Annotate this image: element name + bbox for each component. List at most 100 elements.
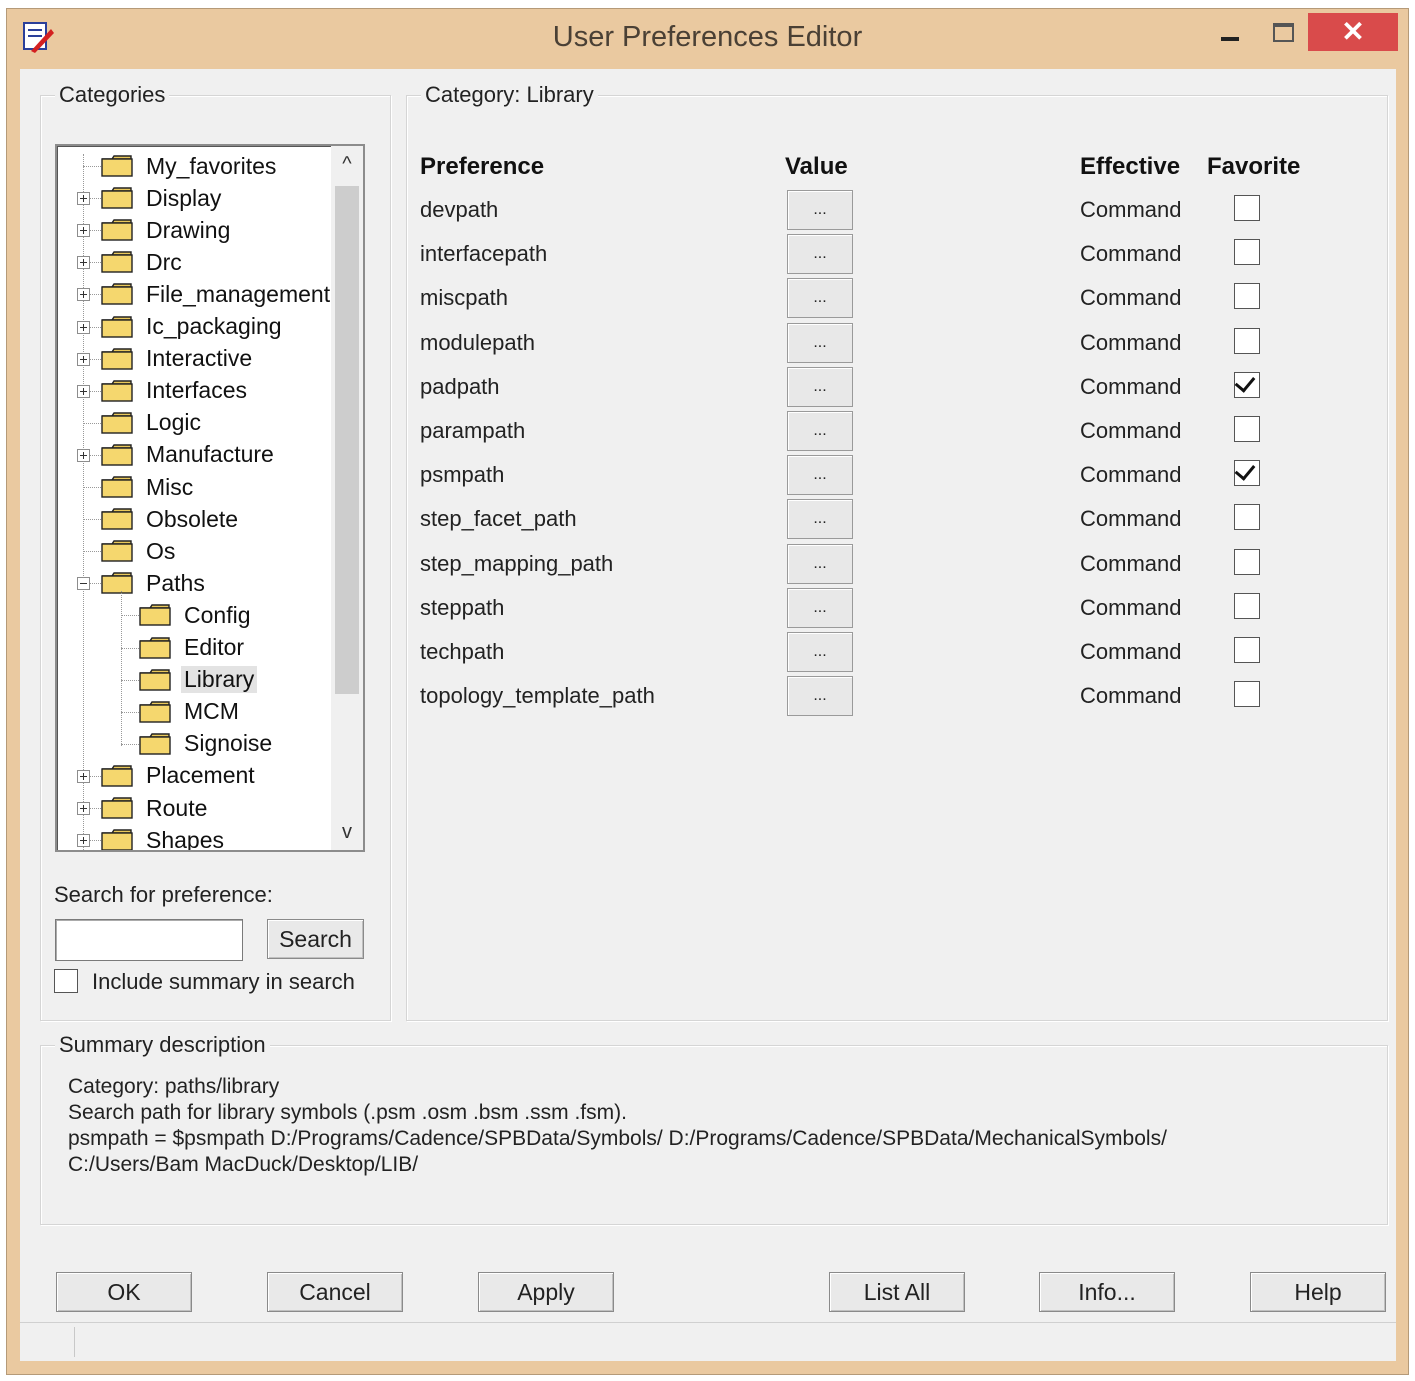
minimize-button[interactable] (1207, 13, 1255, 51)
tree-item-display[interactable]: Display (101, 182, 224, 214)
tree-item-route[interactable]: Route (101, 792, 210, 824)
value-edit-button[interactable]: ... (787, 543, 853, 584)
value-edit-button[interactable]: ... (787, 366, 853, 407)
effective-value: Command (1080, 418, 1182, 443)
value-column-header: Value (785, 153, 848, 180)
value-edit-button[interactable]: ... (787, 190, 853, 230)
list-all-button[interactable]: List All (829, 1272, 965, 1312)
tree-connector-line (121, 591, 122, 746)
favorite-checkbox[interactable] (1234, 371, 1260, 398)
expand-icon[interactable] (77, 769, 90, 783)
title-bar[interactable]: User Preferences Editor ✕ (7, 9, 1408, 69)
tree-item-shapes[interactable]: Shapes (101, 824, 227, 852)
tree-item-label: Logic (146, 409, 201, 436)
help-button[interactable]: Help (1250, 1272, 1386, 1312)
favorite-checkbox[interactable] (1234, 681, 1260, 708)
favorite-checkbox[interactable] (1234, 548, 1260, 575)
tree-item-drc[interactable]: Drc (101, 246, 185, 278)
expand-icon[interactable] (77, 834, 90, 848)
favorite-checkbox[interactable] (1234, 592, 1260, 619)
expand-icon[interactable] (77, 448, 90, 462)
checkmark-icon (1234, 371, 1256, 393)
tree-item-interfaces[interactable]: Interfaces (101, 375, 250, 407)
favorite-column-header: Favorite (1207, 153, 1301, 180)
value-edit-button[interactable]: ... (787, 676, 853, 717)
tree-item-label: Shapes (146, 826, 225, 852)
tree-item-placement[interactable]: Placement (101, 760, 258, 792)
scroll-down-arrow-icon[interactable]: v (331, 816, 363, 848)
search-button[interactable]: Search (267, 919, 364, 959)
tree-item-label: Display (146, 184, 222, 211)
folder-icon (139, 636, 171, 659)
tree-item-mcm[interactable]: MCM (139, 696, 242, 728)
tree-item-manufacture[interactable]: Manufacture (101, 439, 277, 471)
tree-item-label: Library (181, 666, 258, 694)
value-edit-button[interactable]: ... (787, 499, 853, 540)
tree-item-interactive[interactable]: Interactive (101, 343, 255, 375)
tree-item-editor[interactable]: Editor (139, 632, 247, 664)
favorite-checkbox[interactable] (1234, 459, 1260, 487)
value-edit-button[interactable]: ... (787, 278, 853, 319)
tree-item-paths[interactable]: Paths (101, 567, 208, 599)
tree-item-drawing[interactable]: Drawing (101, 214, 233, 246)
tree-connector-line (83, 551, 101, 553)
tree-item-file_management[interactable]: File_management (101, 278, 333, 310)
value-edit-button[interactable]: ... (787, 234, 853, 275)
tree-item-signoise[interactable]: Signoise (139, 728, 275, 760)
tree-scrollbar[interactable]: ^ v (331, 146, 363, 850)
expand-icon[interactable] (77, 192, 90, 206)
tree-item-ic_packaging[interactable]: Ic_packaging (101, 311, 285, 343)
favorite-checkbox[interactable] (1234, 195, 1260, 221)
expand-icon[interactable] (77, 320, 90, 334)
expand-icon[interactable] (77, 352, 90, 366)
ok-button[interactable]: OK (56, 1272, 192, 1312)
favorite-checkbox[interactable] (1234, 416, 1260, 442)
favorite-checkbox[interactable] (1234, 504, 1260, 531)
search-input[interactable] (55, 919, 243, 961)
scroll-up-arrow-icon[interactable]: ^ (331, 148, 363, 180)
tree-item-config[interactable]: Config (139, 599, 253, 631)
tree-item-misc[interactable]: Misc (101, 471, 196, 503)
tree-item-label: MCM (184, 698, 239, 725)
expand-icon[interactable] (77, 802, 90, 815)
preference-name: psmpath (420, 462, 505, 488)
include-summary-checkbox[interactable] (54, 969, 78, 993)
collapse-icon[interactable] (77, 577, 90, 591)
expand-icon[interactable] (77, 256, 90, 270)
info-button[interactable]: Info... (1039, 1272, 1175, 1312)
scroll-thumb[interactable] (335, 186, 359, 694)
favorite-checkbox[interactable] (1234, 637, 1260, 663)
tree-item-logic[interactable]: Logic (101, 407, 204, 439)
tree-item-label: Config (184, 601, 251, 628)
cancel-button[interactable]: Cancel (267, 1272, 403, 1312)
close-button[interactable]: ✕ (1308, 13, 1398, 51)
favorite-checkbox[interactable] (1234, 239, 1260, 266)
value-edit-button[interactable]: ... (787, 587, 853, 628)
summary-group-label: Summary description (55, 1032, 270, 1058)
expand-icon[interactable] (77, 224, 90, 238)
favorite-checkbox[interactable] (1234, 327, 1260, 354)
value-edit-button[interactable]: ... (787, 411, 853, 451)
effective-value: Command (1080, 639, 1182, 664)
folder-icon (101, 444, 133, 466)
value-edit-button[interactable]: ... (787, 632, 853, 672)
effective-value: Command (1080, 683, 1182, 709)
tree-item-label: Route (146, 794, 208, 821)
effective-value: Command (1080, 241, 1182, 267)
value-edit-button[interactable]: ... (787, 455, 853, 496)
tree-item-my_favorites[interactable]: My_favorites (101, 150, 279, 182)
tree-connector-line (83, 487, 101, 488)
apply-button[interactable]: Apply (478, 1272, 614, 1312)
value-edit-button[interactable]: ... (787, 322, 853, 363)
category-tree[interactable]: My_favorites Display Drawing Drc File_manage… (55, 144, 365, 852)
expand-icon[interactable] (77, 288, 90, 302)
tree-item-label: Paths (146, 569, 205, 596)
effective-value: Command (1080, 197, 1182, 222)
expand-icon[interactable] (77, 384, 90, 398)
tree-item-obsolete[interactable]: Obsolete (101, 503, 241, 535)
tree-item-os[interactable]: Os (101, 535, 178, 567)
favorite-checkbox[interactable] (1234, 283, 1260, 310)
tree-item-library[interactable]: Library (139, 664, 258, 696)
maximize-button[interactable] (1259, 13, 1307, 51)
folder-icon (101, 765, 133, 787)
